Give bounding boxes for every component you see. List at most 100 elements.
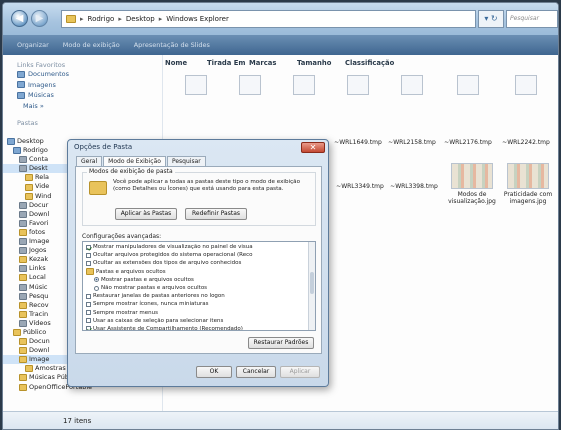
folder-icon	[89, 181, 107, 195]
reset-folders-button[interactable]: Redefinir Pastas	[185, 208, 247, 220]
tree-item-label: Downl	[29, 209, 50, 218]
apply-button[interactable]: Aplicar	[280, 366, 320, 378]
folder-icon	[86, 268, 94, 276]
tree-item-label: Jogos	[29, 246, 47, 255]
advanced-setting[interactable]: Usar as caixas de seleção para seleciona…	[86, 317, 315, 325]
checkbox[interactable]	[86, 310, 91, 316]
favorite-link-pictures[interactable]: Imagens	[3, 80, 162, 91]
advanced-setting[interactable]: Ocultar arquivos protegidos do sistema o…	[86, 251, 315, 259]
advanced-settings-list[interactable]: Mostrar manipuladores de visualização no…	[82, 241, 316, 331]
file-name: ~WRL1649.tmp	[334, 139, 382, 146]
advanced-setting-label: Usar as caixas de seleção para seleciona…	[93, 317, 224, 324]
file-name: Praticidade com imagens.jpg	[503, 191, 553, 205]
ok-button[interactable]: OK	[196, 366, 232, 378]
tree-item-label: Músic	[29, 282, 48, 291]
folder-icon	[19, 283, 27, 291]
checkbox[interactable]	[86, 318, 91, 324]
scrollbar[interactable]	[308, 242, 315, 330]
favorite-link-music[interactable]: Músicas	[3, 90, 162, 101]
image-thumbnail	[507, 163, 549, 189]
file-item[interactable]: ~WRL3398.tmp	[387, 173, 441, 190]
dialog-title: Opções de Pasta	[74, 143, 133, 151]
breadcrumb-user[interactable]: Rodrigo	[88, 15, 115, 23]
folders-header[interactable]: Pastas	[3, 111, 162, 127]
column-size[interactable]: Tamanho	[297, 59, 345, 71]
file-icon	[401, 75, 423, 95]
radio-button[interactable]	[94, 285, 99, 291]
folder-views-description: Você pode aplicar a todas as pastas dest…	[113, 179, 300, 192]
checkbox[interactable]	[86, 326, 91, 330]
checkbox[interactable]	[86, 252, 91, 258]
tree-item-label: Público	[23, 327, 47, 336]
tab-search[interactable]: Pesquisar	[166, 156, 206, 166]
advanced-setting[interactable]: Não mostrar pastas e arquivos ocultos	[86, 284, 315, 292]
more-link[interactable]: Mais »	[3, 101, 162, 112]
file-item[interactable]: ~WRL2176.tmp	[443, 75, 493, 146]
column-tags[interactable]: Marcas	[249, 59, 297, 71]
tab-general[interactable]: Geral	[76, 156, 103, 166]
folder-icon	[19, 210, 27, 218]
advanced-setting[interactable]: Sempre mostrar menus	[86, 309, 315, 317]
advanced-setting[interactable]: Mostrar manipuladores de visualização no…	[86, 243, 315, 251]
file-name: ~WRL2176.tmp	[444, 139, 492, 146]
restore-defaults-button[interactable]: Restaurar Padrões	[248, 337, 314, 349]
file-item[interactable]: ~WRL1609.tmp	[279, 75, 329, 146]
file-item[interactable]: Praticidade com imagens.jpg	[501, 163, 555, 205]
favorite-link-documents[interactable]: Documentos	[3, 69, 162, 80]
address-bar[interactable]: ▸ Rodrigo ▸ Desktop ▸ Windows Explorer	[61, 10, 476, 28]
column-date-taken[interactable]: Tirada Em	[207, 59, 249, 71]
folder-icon	[19, 374, 27, 382]
advanced-setting[interactable]: Sempre mostrar ícones, nunca miniaturas	[86, 300, 315, 308]
advanced-setting[interactable]: Ocultar as extensões dos tipos de arquiv…	[86, 259, 315, 267]
folder-icon	[19, 274, 27, 282]
column-name[interactable]: Nome	[163, 59, 207, 71]
folder-icon	[66, 15, 76, 23]
file-item[interactable]: ~WRL3349.tmp	[333, 173, 387, 190]
tree-item-label: Favori	[29, 218, 49, 227]
tree-item-label: Downl	[29, 346, 50, 355]
checkbox[interactable]	[86, 260, 91, 266]
file-item[interactable]: ~WRL1002.tmp	[225, 75, 275, 146]
organize-menu[interactable]: Organizar	[17, 41, 49, 49]
views-menu[interactable]: Modo de exibição	[63, 41, 120, 49]
file-item[interactable]: ~WRL1649.tmp	[333, 75, 383, 146]
checkbox[interactable]	[86, 301, 91, 307]
file-icon	[457, 75, 479, 95]
checkbox[interactable]	[86, 293, 91, 299]
advanced-setting[interactable]: Restaurar janelas de pastas anteriores n…	[86, 292, 315, 300]
folder-icon	[19, 265, 27, 273]
refresh-button[interactable]: ▾ ↻	[478, 10, 504, 28]
folder-icon	[19, 228, 27, 236]
title-bar: ◀ ▶ ▸ Rodrigo ▸ Desktop ▸ Windows Explor…	[3, 3, 558, 35]
breadcrumb-desktop[interactable]: Desktop	[126, 15, 155, 23]
file-item[interactable]: ~WRL2242.tmp	[501, 75, 551, 146]
checkbox[interactable]	[86, 244, 91, 250]
file-icon	[515, 75, 537, 95]
advanced-setting[interactable]: Mostrar pastas e arquivos ocultos	[86, 276, 315, 284]
pictures-icon	[17, 81, 25, 89]
file-icon	[347, 75, 369, 95]
advanced-setting[interactable]: Pastas e arquivos ocultos	[86, 268, 315, 276]
advanced-setting[interactable]: Usar Assistente de Compartilhamento (Rec…	[86, 325, 315, 330]
back-button[interactable]: ◀	[11, 10, 28, 27]
cancel-button[interactable]: Cancelar	[236, 366, 276, 378]
close-button[interactable]: ✕	[301, 142, 325, 153]
forward-button[interactable]: ▶	[31, 10, 48, 27]
tree-item-label: Desktop	[17, 137, 44, 145]
file-name: ~WRL2158.tmp	[388, 139, 436, 146]
file-item[interactable]: Modos de visualização.jpg	[445, 163, 499, 205]
tree-item-label: Links	[29, 264, 46, 273]
search-input[interactable]: Pesquisar	[506, 10, 558, 28]
column-rating[interactable]: Classificação	[345, 59, 405, 71]
tree-item-label: Rodrigo	[23, 146, 48, 155]
file-item[interactable]: ~WRL2158.tmp	[387, 75, 437, 146]
radio-button[interactable]	[94, 277, 99, 283]
folder-icon	[19, 310, 27, 318]
scrollbar-thumb[interactable]	[310, 272, 314, 294]
folder-icon	[13, 147, 21, 155]
breadcrumb-folder[interactable]: Windows Explorer	[166, 15, 229, 23]
advanced-setting-label: Ocultar as extensões dos tipos de arquiv…	[93, 260, 242, 267]
slideshow-button[interactable]: Apresentação de Slides	[134, 41, 210, 49]
apply-to-folders-button[interactable]: Aplicar às Pastas	[115, 208, 177, 220]
file-icon	[239, 75, 261, 95]
